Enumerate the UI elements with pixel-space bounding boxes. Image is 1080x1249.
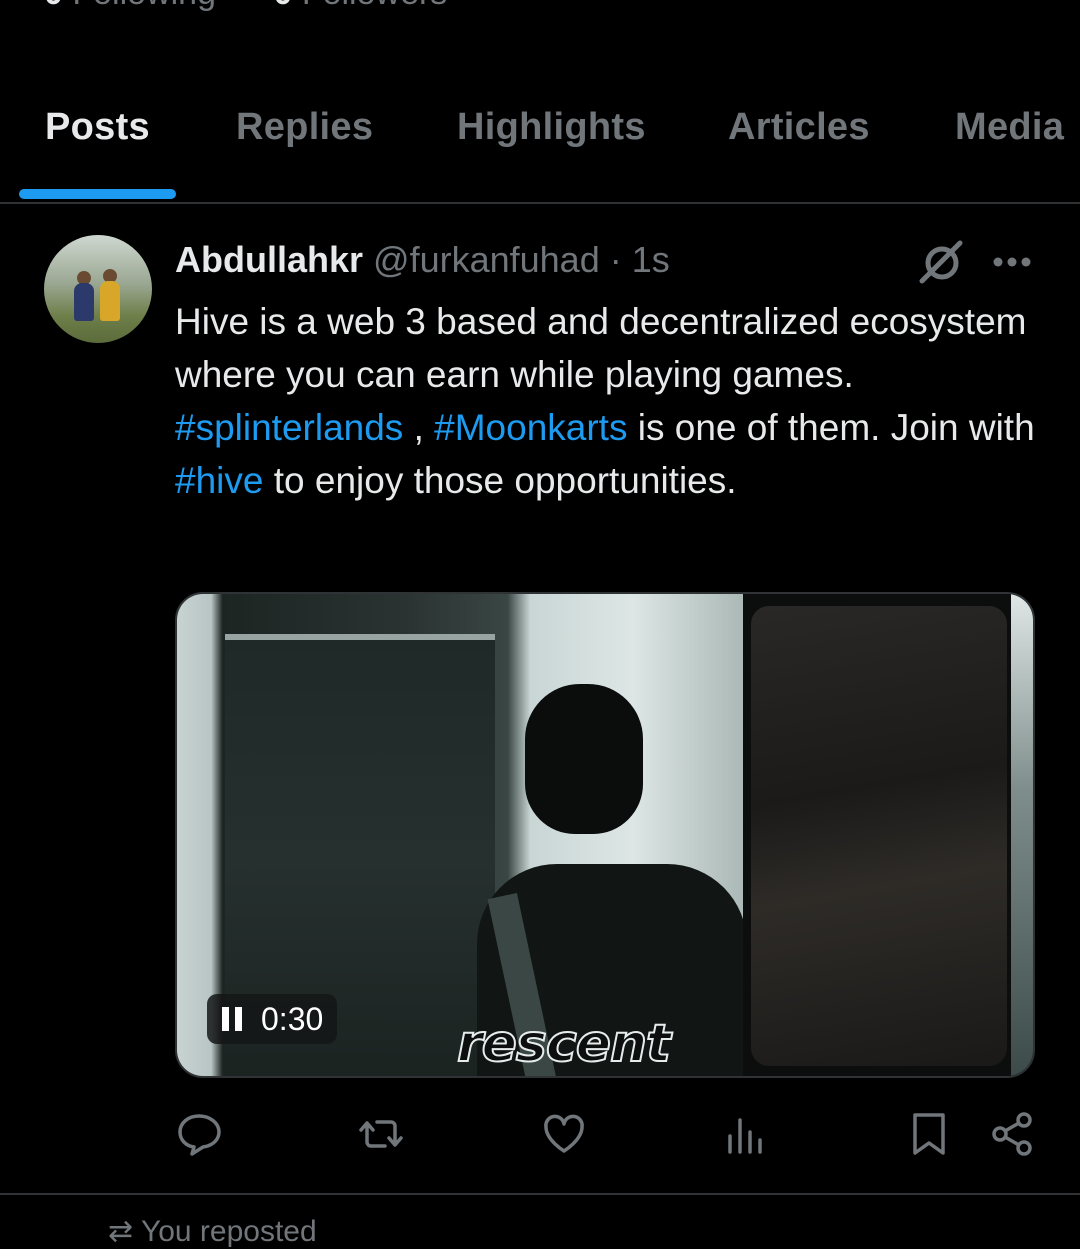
followers-label[interactable]: Followers [302,0,447,12]
profile-tabs: Posts Replies Highlights Articles Media [0,84,1080,204]
profile-stats: 0 Following 0 Followers [44,0,447,13]
tab-posts[interactable]: Posts [45,106,150,149]
video-player[interactable]: rescent 0:30 [175,592,1035,1078]
reply-icon[interactable] [175,1110,223,1158]
tab-articles[interactable]: Articles [728,106,870,149]
repost-indicator: ⇄ You reposted [108,1214,317,1249]
share-icon[interactable] [988,1110,1036,1158]
divider [0,1193,1080,1195]
hashtag-hive[interactable]: #hive [175,460,263,501]
tab-media[interactable]: Media [955,106,1064,149]
post[interactable]: Abdullahkr @furkanfuhad · 1s Hive is a w… [0,205,1080,1195]
hashtag-moonkarts[interactable]: #Moonkarts [434,407,627,448]
pause-icon[interactable] [221,1007,243,1031]
more-icon[interactable] [990,247,1034,277]
repost-small-icon: ⇄ [108,1215,141,1248]
following-count[interactable]: 0 [44,0,63,12]
post-header: Abdullahkr @furkanfuhad · 1s [175,239,670,281]
handle[interactable]: @furkanfuhad [373,239,600,280]
post-text: Hive is a web 3 based and decentralized … [175,295,1035,507]
post-text-part: , [403,407,435,448]
separator-dot: · [609,239,622,280]
timestamp[interactable]: 1s [632,239,670,280]
views-icon[interactable] [722,1110,770,1158]
repost-icon[interactable] [357,1110,405,1158]
repost-note-text: You reposted [140,1215,317,1248]
avatar[interactable] [44,235,152,343]
video-frame-right [743,594,1033,1076]
following-label[interactable]: Following [72,0,216,12]
like-icon[interactable] [540,1110,588,1158]
hashtag-splinterlands[interactable]: #splinterlands [175,407,403,448]
divider [0,202,1080,204]
post-text-part: is one of them. Join with [627,407,1035,448]
grok-icon[interactable] [916,239,964,287]
post-text-part: Hive is a web 3 based and decentralized … [175,301,1027,395]
post-text-part: to enjoy those opportunities. [263,460,737,501]
post-actions [0,1110,1080,1170]
tab-highlights[interactable]: Highlights [457,106,646,149]
active-tab-indicator [19,189,176,199]
display-name[interactable]: Abdullahkr [175,239,363,280]
followers-count[interactable]: 0 [273,0,292,12]
bookmark-icon[interactable] [905,1110,953,1158]
video-duration: 0:30 [261,1000,324,1037]
tab-replies[interactable]: Replies [236,106,373,149]
video-controls: 0:30 [207,994,338,1044]
video-overlay-text: rescent [456,1013,672,1075]
